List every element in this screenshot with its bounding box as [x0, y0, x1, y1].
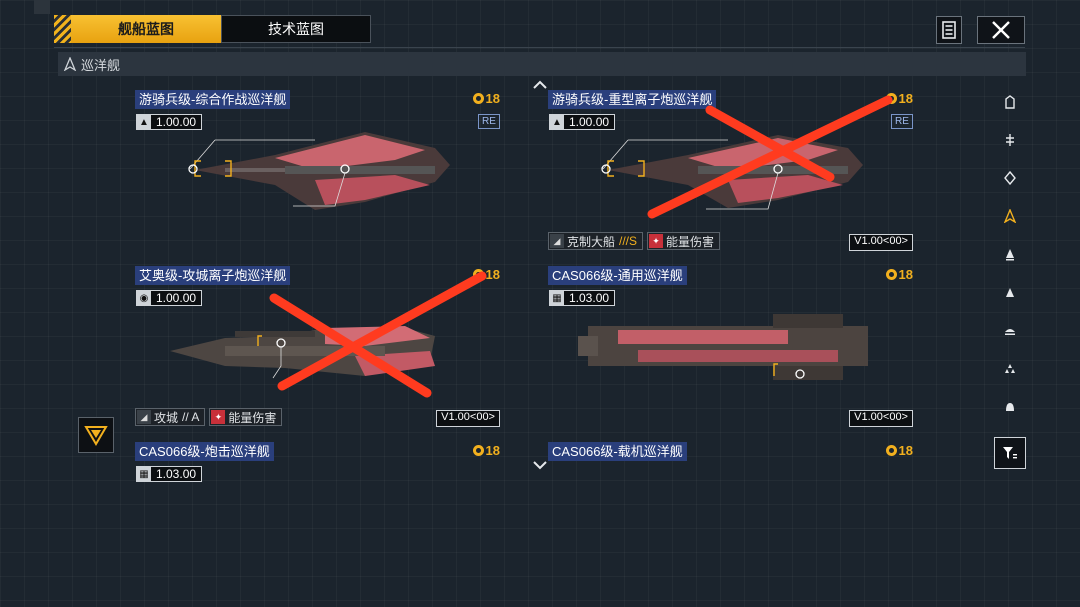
energy-damage-icon: ✦: [211, 410, 226, 424]
gear-icon: [472, 269, 484, 280]
trait-tag: ◢ 克制大船///S: [548, 232, 644, 250]
category-label: 巡洋舰: [81, 57, 121, 73]
ship-type-icon: ▦: [137, 467, 151, 481]
corner-decoration: [34, 0, 50, 14]
triangle-emblem-icon: [84, 426, 108, 446]
ship-name: CAS066级-载机巡洋舰: [548, 442, 687, 461]
frigate-icon[interactable]: [994, 273, 1026, 311]
ship-class-sidebar: [994, 83, 1026, 481]
tab-bar: 舰船蓝图 技术蓝图: [54, 15, 371, 43]
re-badge: RE: [478, 114, 500, 129]
cost: 18: [885, 443, 913, 458]
corvette-icon[interactable]: [994, 311, 1026, 349]
ship-image: [578, 314, 868, 380]
tab-ship-blueprints[interactable]: 舰船蓝图: [71, 15, 221, 43]
gear-icon: [472, 93, 484, 104]
fortress-icon[interactable]: [994, 83, 1026, 121]
gear-icon: [885, 269, 897, 280]
energy-damage-icon: ✦: [649, 234, 664, 248]
blueprint-card[interactable]: CAS066级-通用巡洋舰 18 ▦ 1.03.00 V1.00<00>: [548, 266, 913, 431]
ship-type-icon: ◉: [137, 291, 151, 305]
re-badge: RE: [891, 114, 913, 129]
version-tag: ▲ 1.00.00: [136, 114, 203, 130]
close-button[interactable]: [977, 16, 1025, 44]
cost: 18: [472, 443, 500, 458]
version-badge: V1.00<00>: [849, 410, 913, 427]
cruiser-icon[interactable]: [994, 197, 1026, 235]
version-badge: V1.00<00>: [436, 410, 500, 427]
trait-tag: ✦ 能量伤害: [209, 408, 283, 426]
ship-name: CAS066级-通用巡洋舰: [548, 266, 687, 285]
faction-button[interactable]: [78, 417, 114, 453]
cost: 18: [472, 267, 500, 282]
ship-name: 艾奥级-攻城离子炮巡洋舰: [135, 266, 291, 285]
fighter-icon[interactable]: [994, 349, 1026, 387]
utility-icon[interactable]: [994, 387, 1026, 425]
blueprint-card[interactable]: CAS066级-载机巡洋舰 18: [548, 442, 913, 607]
blueprint-card[interactable]: 游骑兵级-综合作战巡洋舰 18 ▲ 1.00.00 RE: [135, 90, 500, 255]
version-tag: ▦ 1.03.00: [549, 290, 616, 306]
trait-tag: ◢ 攻城// A: [135, 408, 206, 426]
document-button[interactable]: [936, 16, 962, 44]
version-tag: ▦ 1.03.00: [136, 466, 203, 482]
version-tag: ▲ 1.00.00: [549, 114, 616, 130]
tab-tech-blueprints[interactable]: 技术蓝图: [221, 15, 371, 43]
filter-icon: [1003, 447, 1017, 459]
blueprint-card[interactable]: CAS066级-炮击巡洋舰 18 ▦ 1.03.00: [135, 442, 500, 607]
scroll-up-icon[interactable]: [533, 76, 547, 92]
blueprint-card[interactable]: 游骑兵级-重型离子炮巡洋舰 18 ▲ 1.00.00 RE ◢ 克制大船///S ✦…: [548, 90, 913, 255]
battleship-icon[interactable]: [994, 159, 1026, 197]
document-icon: [942, 21, 956, 39]
divider: [54, 47, 1025, 48]
filter-button[interactable]: [994, 437, 1026, 469]
ship-type-icon: ▦: [550, 291, 564, 305]
ship-image: [601, 135, 863, 210]
cruiser-icon: [63, 57, 77, 71]
cost: 18: [472, 91, 500, 106]
version-tag: ◉ 1.00.00: [136, 290, 203, 306]
category-bar: 巡洋舰: [58, 52, 1026, 76]
close-icon: [992, 21, 1010, 39]
carrier-icon[interactable]: [994, 121, 1026, 159]
ship-name: CAS066级-炮击巡洋舰: [135, 442, 274, 461]
tag-list: ◢ 克制大船///S ✦ 能量伤害: [548, 232, 721, 250]
ship-name: 游骑兵级-重型离子炮巡洋舰: [548, 90, 717, 109]
ship-image: [170, 326, 435, 379]
siege-icon: ◢: [137, 410, 151, 424]
blueprint-card[interactable]: 艾奥级-攻城离子炮巡洋舰 18 ◉ 1.00.00 ◢ 攻城// A ✦ 能量伤害 V…: [135, 266, 500, 431]
ship-image: [188, 132, 450, 210]
destroyer-icon[interactable]: [994, 235, 1026, 273]
gear-icon: [885, 445, 897, 456]
ship-name: 游骑兵级-综合作战巡洋舰: [135, 90, 291, 109]
tab-stripe-decoration: [54, 15, 71, 43]
ship-type-icon: ▲: [550, 115, 564, 129]
gear-icon: [885, 93, 897, 104]
gear-icon: [472, 445, 484, 456]
version-badge: V1.00<00>: [849, 234, 913, 251]
cost: 18: [885, 91, 913, 106]
ship-type-icon: ▲: [137, 115, 151, 129]
scroll-down-icon[interactable]: [533, 457, 547, 473]
trait-tag: ✦ 能量伤害: [647, 232, 721, 250]
cost: 18: [885, 267, 913, 282]
anti-ship-icon: ◢: [550, 234, 564, 248]
tag-list: ◢ 攻城// A ✦ 能量伤害: [135, 408, 283, 426]
